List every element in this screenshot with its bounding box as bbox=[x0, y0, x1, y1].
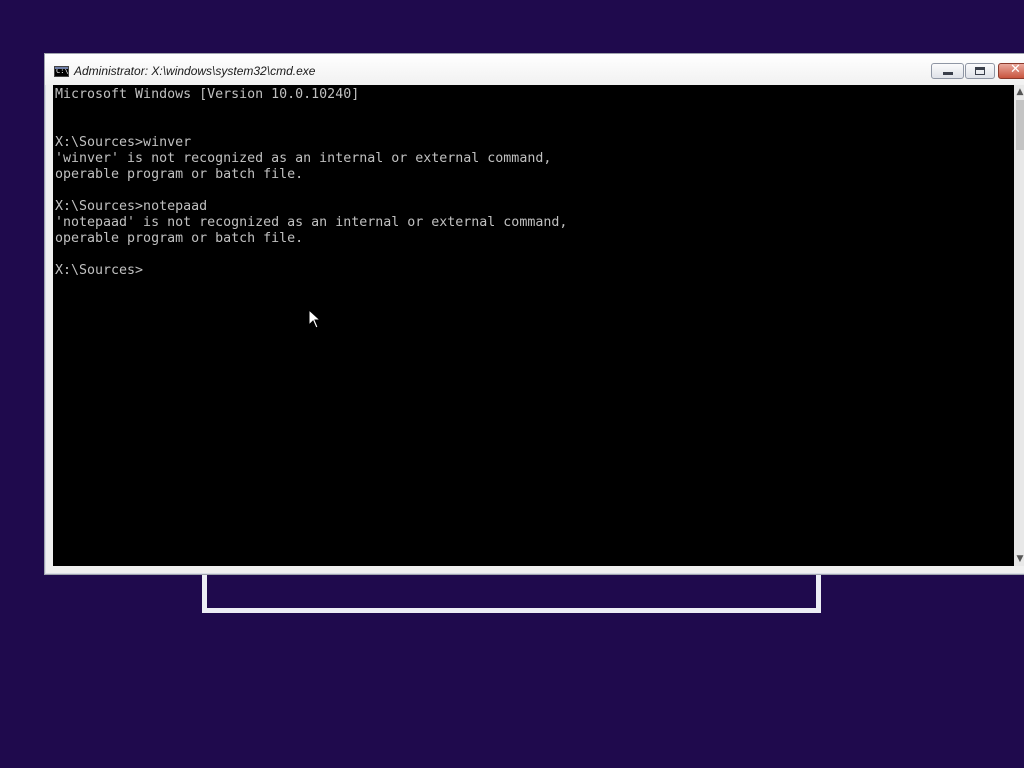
console-line: operable program or batch file. bbox=[55, 231, 304, 246]
cmd-icon[interactable]: C:\ bbox=[54, 66, 69, 77]
scrollbar-thumb[interactable] bbox=[1016, 100, 1024, 150]
scroll-up-icon[interactable]: ▲ bbox=[1014, 85, 1024, 99]
maximize-icon bbox=[975, 67, 985, 75]
console-line: 'notepaad' is not recognized as an inter… bbox=[55, 215, 568, 230]
vertical-scrollbar[interactable]: ▲ ▼ bbox=[1014, 85, 1024, 566]
title-bar[interactable]: C:\ Administrator: X:\windows\system32\c… bbox=[45, 54, 1024, 85]
cmd-window[interactable]: C:\ Administrator: X:\windows\system32\c… bbox=[44, 53, 1024, 575]
close-icon: ✕ bbox=[1010, 62, 1021, 77]
console-line: Microsoft Windows [Version 10.0.10240] bbox=[55, 87, 360, 102]
console-line: X:\Sources>notepaad bbox=[55, 199, 208, 214]
command-prompt[interactable]: X:\Sources> bbox=[55, 263, 143, 279]
console-output[interactable]: Microsoft Windows [Version 10.0.10240] X… bbox=[53, 85, 1014, 566]
maximize-button[interactable] bbox=[965, 63, 995, 79]
close-button[interactable]: ✕ bbox=[998, 62, 1024, 79]
scroll-down-icon[interactable]: ▼ bbox=[1014, 552, 1024, 566]
minimize-icon bbox=[943, 72, 953, 75]
console-line: X:\Sources>winver bbox=[55, 135, 192, 150]
console-line: operable program or batch file. bbox=[55, 167, 304, 182]
window-title: Administrator: X:\windows\system32\cmd.e… bbox=[74, 64, 316, 78]
console-line: 'winver' is not recognized as an interna… bbox=[55, 151, 552, 166]
minimize-button[interactable] bbox=[931, 63, 964, 79]
mouse-pointer-icon bbox=[308, 309, 322, 329]
